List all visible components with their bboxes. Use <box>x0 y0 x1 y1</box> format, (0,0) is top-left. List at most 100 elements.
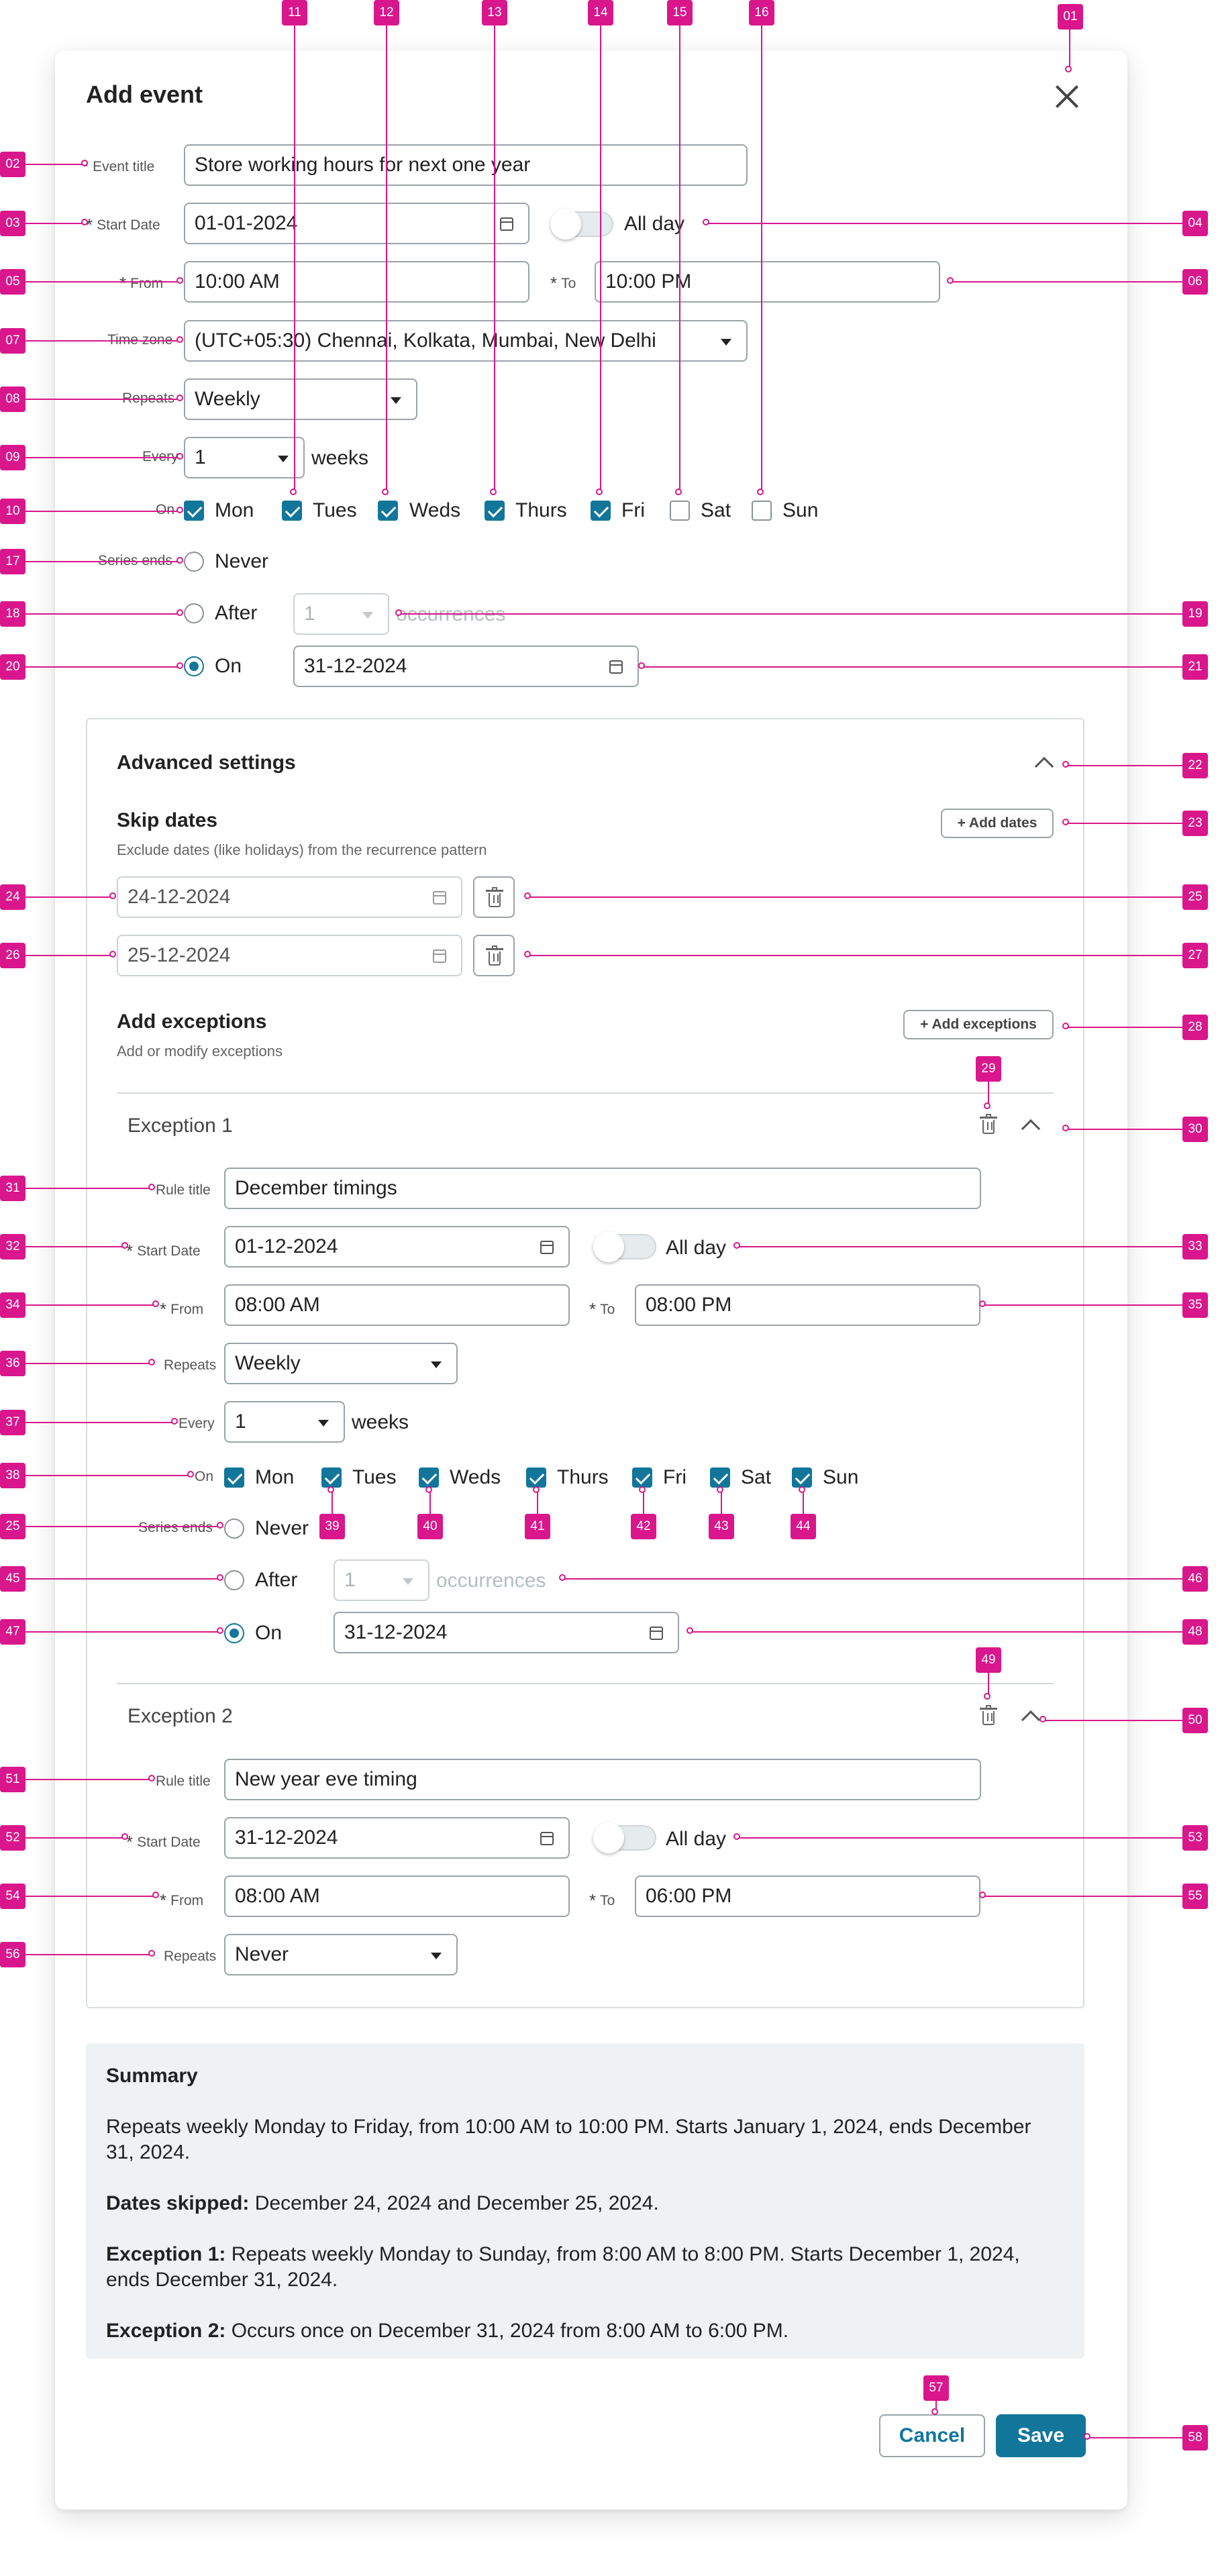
annotation-badge: 23 <box>1182 811 1208 836</box>
summary-skipped-line: Dates skipped: December 24, 2024 and Dec… <box>106 2192 659 2214</box>
exception-1-ends-after-radio[interactable] <box>224 1570 244 1590</box>
exception-2-start-date-input[interactable]: 31-12-2024 <box>224 1817 570 1859</box>
event-title-input[interactable]: Store working hours for next one year <box>184 144 748 186</box>
exception-2-header: Exception 2 <box>128 1705 233 1727</box>
annotation-badge: 25 <box>1182 884 1208 910</box>
exception-2-all-day-label: All day <box>666 1828 727 1850</box>
annotation-badge: 39 <box>319 1514 345 1539</box>
annotation-leader-line <box>294 25 295 493</box>
exception-1-every-select[interactable]: 1 <box>224 1401 345 1443</box>
exception-1-all-day-toggle[interactable] <box>593 1231 656 1262</box>
day-checkbox-sun[interactable] <box>752 501 772 521</box>
annotation-leader-line <box>26 164 86 165</box>
end-date-input[interactable]: 31-12-2024 <box>293 646 639 687</box>
exception-1-day-checkbox-sat[interactable] <box>710 1467 730 1488</box>
exception-1-start-date-input[interactable]: 01-12-2024 <box>224 1226 570 1268</box>
day-checkbox-weds[interactable] <box>378 501 398 521</box>
annotation-leader-line <box>26 1954 153 1955</box>
cancel-button[interactable]: Cancel <box>879 2414 985 2457</box>
exception-1-from-input[interactable]: 08:00 AM <box>224 1284 570 1326</box>
skip-dates-title: Skip dates <box>117 809 218 831</box>
close-icon[interactable] <box>1054 83 1080 110</box>
exception-1-ends-never-radio[interactable] <box>224 1518 244 1539</box>
skip-date-input-2[interactable]: 25-12-2024 <box>117 935 462 976</box>
annotation-leader-line <box>26 666 181 668</box>
exception-1-ends-on-radio[interactable] <box>224 1623 244 1643</box>
day-checkbox-fri[interactable] <box>591 501 611 521</box>
save-button[interactable]: Save <box>996 2414 1086 2457</box>
trash-icon[interactable] <box>980 1705 997 1725</box>
summary-title: Summary <box>106 2065 198 2087</box>
exception-1-all-day-label: All day <box>666 1237 727 1259</box>
exception-2-all-day-toggle[interactable] <box>593 1822 656 1853</box>
every-select[interactable]: 1 <box>184 437 305 478</box>
exception-2-to-input[interactable]: 06:00 PM <box>635 1875 980 1917</box>
calendar-icon[interactable] <box>500 217 513 231</box>
time-zone-select[interactable]: (UTC+05:30) Chennai, Kolkata, Mumbai, Ne… <box>184 320 748 362</box>
day-checkbox-sat[interactable] <box>670 501 690 521</box>
chevron-down-icon <box>362 612 373 619</box>
exception-1-occurrences-select[interactable]: 1 <box>334 1559 429 1601</box>
ends-after-radio[interactable] <box>184 603 204 623</box>
annotation-anchor-dot <box>638 662 645 669</box>
trash-icon[interactable] <box>980 1114 997 1134</box>
delete-skip-date-2-button[interactable] <box>473 935 515 976</box>
annotation-anchor-dot <box>559 1574 566 1581</box>
exception-1-repeats-label: Repeats <box>164 1357 217 1373</box>
annotation-badge: 25 <box>0 1514 26 1539</box>
day-checkbox-mon[interactable] <box>184 501 204 521</box>
exception-2-rule-title-input[interactable]: New year eve timing <box>224 1759 981 1800</box>
from-time-input[interactable]: 10:00 AM <box>184 261 529 303</box>
day-checkbox-tues[interactable] <box>282 501 302 521</box>
annotation-badge: 43 <box>709 1514 734 1539</box>
chevron-down-icon <box>391 397 401 404</box>
exception-1-day-checkbox-mon[interactable] <box>224 1467 244 1488</box>
annotation-anchor-dot <box>148 1359 155 1366</box>
to-time-input[interactable]: 10:00 PM <box>595 261 940 303</box>
calendar-icon[interactable] <box>540 1832 554 1845</box>
annotation-badge: 40 <box>417 1514 443 1539</box>
annotation-badge: 53 <box>1182 1825 1208 1851</box>
all-day-label: All day <box>624 213 685 235</box>
delete-skip-date-1-button[interactable] <box>473 876 515 918</box>
occurrences-select[interactable]: 1 <box>293 593 389 635</box>
day-checkbox-thurs[interactable] <box>485 501 505 521</box>
annotation-leader-line <box>26 613 181 615</box>
exception-1-day-checkbox-tues[interactable] <box>321 1467 342 1488</box>
annotation-badge: 42 <box>631 1514 656 1539</box>
annotation-anchor-dot <box>81 160 88 166</box>
calendar-icon[interactable] <box>433 949 446 963</box>
exception-1-day-checkbox-fri[interactable] <box>632 1467 652 1488</box>
add-dates-button[interactable]: + Add dates <box>941 809 1054 838</box>
stage: Add event * Event title Store working hou… <box>0 0 1220 2576</box>
annotation-anchor-dot <box>533 1486 540 1493</box>
annotation-leader-line <box>494 25 495 493</box>
exception-2-repeats-select[interactable]: Never <box>224 1934 458 1975</box>
all-day-toggle[interactable] <box>550 209 613 240</box>
annotation-badge: 02 <box>0 152 26 177</box>
annotation-badge: 58 <box>1182 2425 1208 2451</box>
annotation-badge: 52 <box>0 1825 26 1851</box>
exception-1-day-checkbox-weds[interactable] <box>419 1467 439 1488</box>
exception-1-to-input[interactable]: 08:00 PM <box>635 1284 980 1326</box>
annotation-anchor-dot <box>799 1486 805 1493</box>
ends-on-radio[interactable] <box>184 656 204 676</box>
repeats-select[interactable]: Weekly <box>184 378 417 420</box>
exception-1-repeats-select[interactable]: Weekly <box>224 1343 458 1384</box>
calendar-icon[interactable] <box>540 1241 554 1254</box>
calendar-icon[interactable] <box>433 891 446 905</box>
exception-2-from-input[interactable]: 08:00 AM <box>224 1875 570 1917</box>
summary-exception-1-line: Exception 1: Repeats weekly Monday to Su… <box>106 2243 1020 2291</box>
ends-never-radio[interactable] <box>184 552 204 572</box>
add-exceptions-title: Add exceptions <box>117 1011 267 1033</box>
add-exceptions-button[interactable]: + Add exceptions <box>903 1010 1054 1039</box>
exception-1-day-checkbox-sun[interactable] <box>792 1467 812 1488</box>
exception-1-rule-title-input[interactable]: December timings <box>224 1168 981 1209</box>
calendar-icon[interactable] <box>650 1627 663 1640</box>
annotation-leader-line <box>529 896 1182 898</box>
start-date-input[interactable]: 01-01-2024 <box>184 203 529 244</box>
skip-date-input-1[interactable]: 24-12-2024 <box>117 876 462 918</box>
calendar-icon[interactable] <box>609 660 623 674</box>
exception-1-day-checkbox-thurs[interactable] <box>526 1467 546 1488</box>
exception-1-end-date-input[interactable]: 31-12-2024 <box>334 1612 679 1653</box>
